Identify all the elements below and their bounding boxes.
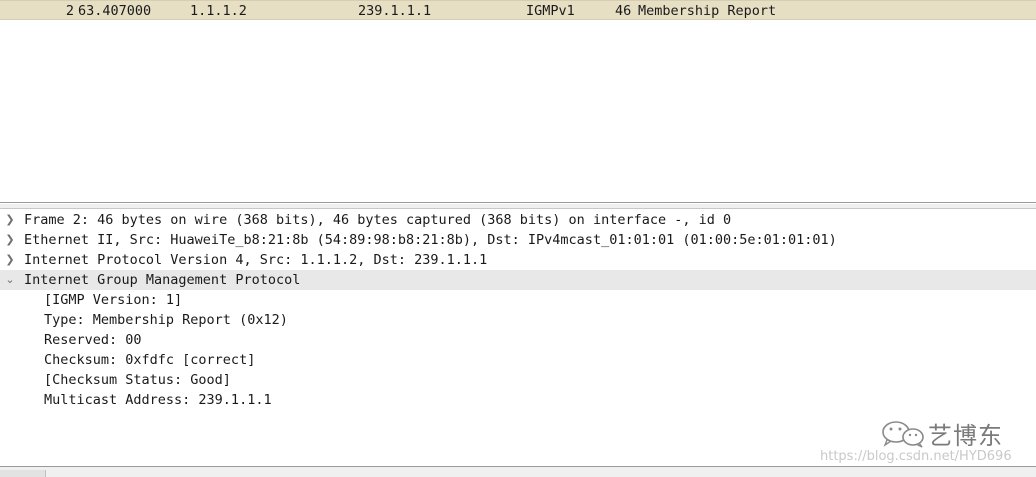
tree-child-label: Checksum: 0xfdfc [correct]: [44, 352, 256, 368]
tree-child-label: Multicast Address: 239.1.1.1: [44, 392, 272, 408]
tree-child-type[interactable]: Type: Membership Report (0x12): [0, 310, 1036, 330]
tree-item-label: Internet Group Management Protocol: [24, 272, 301, 288]
tree-item-ethernet[interactable]: ❯ Ethernet II, Src: HuaweiTe_b8:21:8b (5…: [0, 230, 1036, 250]
tree-item-frame[interactable]: ❯ Frame 2: 46 bytes on wire (368 bits), …: [0, 210, 1036, 230]
packet-number: 2: [65, 3, 74, 19]
tree-item-label: Frame 2: 46 bytes on wire (368 bits), 46…: [24, 212, 732, 228]
bytes-pane-offset-column: [0, 470, 46, 477]
tree-child-reserved[interactable]: Reserved: 00: [0, 330, 1036, 350]
tree-item-label: Ethernet II, Src: HuaweiTe_b8:21:8b (54:…: [24, 232, 837, 248]
tree-child-label: [Checksum Status: Good]: [44, 372, 231, 388]
chevron-down-icon[interactable]: ⌄: [4, 270, 16, 290]
tree-child-label: [IGMP Version: 1]: [44, 292, 183, 308]
tree-child-checksum[interactable]: Checksum: 0xfdfc [correct]: [0, 350, 1036, 370]
tree-item-label: Internet Protocol Version 4, Src: 1.1.1.…: [24, 252, 488, 268]
tree-child-checksum-status[interactable]: [Checksum Status: Good]: [0, 370, 1036, 390]
tree-child-igmp-version[interactable]: [IGMP Version: 1]: [0, 290, 1036, 310]
packet-row-selected[interactable]: 2 63.407000 1.1.1.2 239.1.1.1 IGMPv1 46 …: [0, 0, 1036, 20]
watermark-url: https://blog.csdn.net/HYD696: [820, 449, 1012, 464]
pane-splitter[interactable]: [0, 204, 1036, 209]
tree-child-label: Type: Membership Report (0x12): [44, 312, 288, 328]
tree-item-ipv4[interactable]: ❯ Internet Protocol Version 4, Src: 1.1.…: [0, 250, 1036, 270]
packet-bytes-pane[interactable]: [0, 466, 1036, 477]
packet-list-pane[interactable]: 2 63.407000 1.1.1.2 239.1.1.1 IGMPv1 46 …: [0, 0, 1036, 203]
chevron-right-icon[interactable]: ❯: [4, 250, 16, 270]
packet-destination: 239.1.1.1: [358, 3, 432, 19]
chevron-right-icon[interactable]: ❯: [4, 210, 16, 230]
chevron-right-icon[interactable]: ❯: [4, 230, 16, 250]
packet-protocol: IGMPv1: [526, 3, 575, 19]
packet-length: 46: [615, 3, 632, 19]
tree-child-label: Reserved: 00: [44, 332, 142, 348]
tree-child-multicast-address[interactable]: Multicast Address: 239.1.1.1: [0, 390, 1036, 410]
packet-time: 63.407000: [78, 3, 152, 19]
packet-info: Membership Report: [638, 3, 777, 19]
watermark-name: 艺博东: [928, 422, 1003, 450]
tree-item-igmp[interactable]: ⌄ Internet Group Management Protocol: [0, 270, 1036, 290]
packet-source: 1.1.1.2: [190, 3, 247, 19]
